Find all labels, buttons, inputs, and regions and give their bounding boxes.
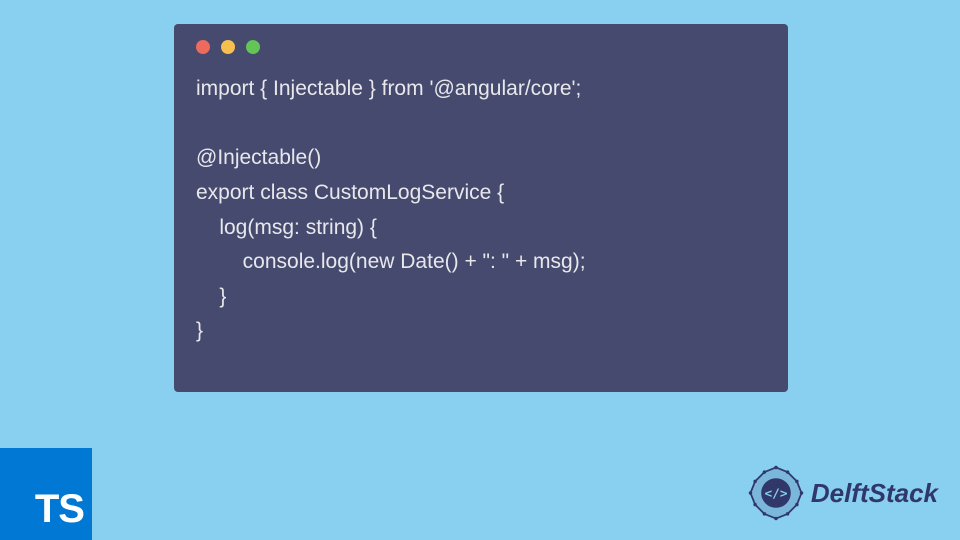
delftstack-logo-icon: </> xyxy=(747,464,805,522)
brand-container: </> DelftStack xyxy=(747,464,938,522)
maximize-icon xyxy=(246,40,260,54)
code-content: import { Injectable } from '@angular/cor… xyxy=(174,54,788,367)
code-line: } xyxy=(196,285,226,308)
typescript-label: TS xyxy=(35,487,84,532)
code-line: import { Injectable } from '@angular/cor… xyxy=(196,77,581,100)
brand-name: DelftStack xyxy=(811,478,938,509)
code-line: @Injectable() xyxy=(196,146,321,169)
window-controls xyxy=(174,24,788,54)
code-window: import { Injectable } from '@angular/cor… xyxy=(174,24,788,392)
code-line: log(msg: string) { xyxy=(196,216,377,239)
close-icon xyxy=(196,40,210,54)
code-line: console.log(new Date() + ": " + msg); xyxy=(196,250,586,273)
minimize-icon xyxy=(221,40,235,54)
code-line: } xyxy=(196,319,203,342)
code-line: export class CustomLogService { xyxy=(196,181,504,204)
typescript-badge: TS xyxy=(0,448,92,540)
svg-text:</>: </> xyxy=(764,487,787,502)
